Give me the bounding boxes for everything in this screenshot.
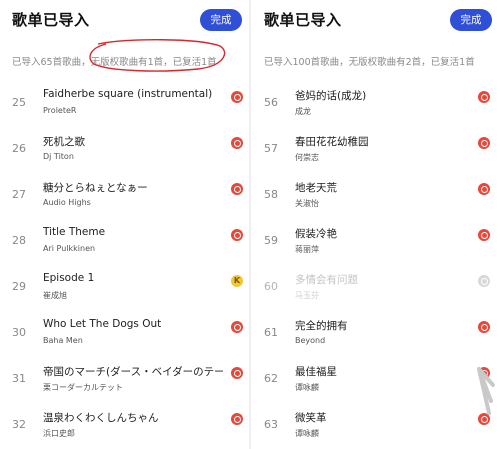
song-title: Title Theme [43, 226, 106, 238]
track-number: 25 [12, 96, 26, 109]
song-title: 春田花花幼稚园 [295, 136, 369, 148]
k-music-icon[interactable]: K [231, 275, 243, 287]
netease-music-icon[interactable] [478, 91, 490, 103]
song-row[interactable]: 25 Faidherbe square (instrumental) Prolete… [0, 84, 248, 130]
pointer-cursor-icon [477, 367, 495, 415]
page-title: 歌单已导入 [12, 11, 90, 29]
song-row[interactable]: 26 死机之歌 Dj Titon [0, 130, 248, 176]
artist-name: 成龙 [295, 107, 311, 116]
song-title: 糖分とらねぇとなぁー [43, 182, 148, 194]
song-row[interactable]: 60 多情会有问题 马玉芬 [252, 268, 500, 314]
song-row[interactable]: 30 Who Let The Dogs Out Baha Men [0, 314, 248, 360]
artist-name: Beyond [295, 336, 326, 345]
netease-music-icon[interactable] [231, 183, 243, 195]
song-row[interactable]: 56 爸妈的话(成龙) 成龙 [252, 84, 500, 130]
song-title: 完全的拥有 [295, 320, 348, 332]
track-number: 62 [264, 372, 278, 385]
song-row[interactable]: 32 温泉わくわくしんちゃん 浜口史郎 [0, 406, 248, 449]
song-row[interactable]: 28 Title Theme Ari Pulkkinen [0, 222, 248, 268]
artist-name: ProleteR [43, 106, 77, 115]
song-title: Faidherbe square (instrumental) [43, 88, 213, 100]
netease-music-icon[interactable] [231, 367, 243, 379]
track-number: 29 [12, 280, 26, 293]
song-row[interactable]: 58 地老天荒关淑怡 [252, 176, 500, 222]
done-button[interactable]: 完成 [450, 9, 492, 31]
song-title: 帝国のマーチ(ダース・ベイダーのテー [43, 366, 223, 378]
artist-name: 栗コーダーカルテット [43, 383, 123, 392]
netease-music-icon[interactable] [478, 183, 490, 195]
song-title: Who Let The Dogs Out [43, 318, 162, 330]
track-number: 31 [12, 372, 26, 385]
song-row[interactable]: 59 假装冷艳蒋丽萍 [252, 222, 500, 268]
artist-name: Audio Highs [43, 198, 91, 207]
song-title: Episode 1 [43, 272, 95, 284]
done-button[interactable]: 完成 [200, 9, 242, 31]
track-number: 58 [264, 188, 278, 201]
song-row[interactable]: 29 Episode 1 崔成旭 K [0, 268, 248, 314]
track-number: 60 [264, 280, 278, 293]
track-number: 61 [264, 326, 278, 339]
netease-music-icon[interactable] [478, 137, 490, 149]
song-row[interactable]: 27 糖分とらねぇとなぁー Audio Highs [0, 176, 248, 222]
song-title: 地老天荒 [295, 182, 337, 194]
artist-name: Dj Titon [43, 152, 74, 161]
song-row[interactable]: 31 帝国のマーチ(ダース・ベイダーのテー 栗コーダーカルテット [0, 360, 248, 406]
song-row[interactable]: 61 完全的拥有 Beyond [252, 314, 500, 360]
netease-music-icon[interactable] [231, 137, 243, 149]
left-panel: 歌单已导入 完成 已导入65首歌曲，无版权歌曲有1首，已复活1首 25 Faidh… [0, 0, 248, 449]
song-title: 温泉わくわくしんちゃん [43, 412, 159, 424]
netease-music-icon[interactable] [231, 413, 243, 425]
artist-name: 何崇志 [295, 153, 319, 162]
artist-name: 浜口史郎 [43, 429, 75, 438]
page-title: 歌单已导入 [264, 11, 342, 29]
netease-music-icon[interactable] [231, 321, 243, 333]
netease-music-icon[interactable] [478, 321, 490, 333]
song-row[interactable]: 57 春田花花幼稚园 何崇志 [252, 130, 500, 176]
netease-music-icon[interactable] [478, 229, 490, 241]
track-number: 56 [264, 96, 278, 109]
track-number: 63 [264, 418, 278, 431]
artist-name: 崔成旭 [43, 291, 67, 300]
track-number: 27 [12, 188, 26, 201]
song-row[interactable]: 63 微笑革谭咏麟 [252, 406, 500, 449]
song-row[interactable]: 62 最佳福星谭咏麟 [252, 360, 500, 406]
song-title: 爸妈的话(成龙) [295, 90, 367, 102]
right-panel: 歌单已导入 完成 已导入100首歌曲，无版权歌曲有2首，已复活1首 56 爸妈的话… [252, 0, 500, 449]
netease-music-icon[interactable] [231, 91, 243, 103]
import-summary: 已导入100首歌曲，无版权歌曲有2首，已复活1首 [264, 57, 475, 68]
artist-name: 蒋丽萍 [295, 245, 319, 254]
song-title: 最佳福星 [295, 366, 337, 378]
artist-name: 马玉芬 [295, 291, 319, 300]
netease-music-icon[interactable] [231, 229, 243, 241]
artist-name: 谭咏麟 [295, 383, 319, 392]
song-title: 微笑革 [295, 412, 327, 424]
track-number: 26 [12, 142, 26, 155]
artist-name: Baha Men [43, 336, 83, 345]
red-circle-annotation [89, 39, 226, 72]
unavailable-music-icon[interactable] [478, 275, 490, 287]
panel-divider [249, 0, 251, 449]
artist-name: 关淑怡 [295, 199, 319, 208]
song-title: 死机之歌 [43, 136, 85, 148]
song-title: 多情会有问题 [295, 274, 358, 286]
artist-name: 谭咏麟 [295, 429, 319, 438]
track-number: 59 [264, 234, 278, 247]
song-title: 假装冷艳 [295, 228, 337, 240]
track-number: 28 [12, 234, 26, 247]
track-number: 30 [12, 326, 26, 339]
track-number: 57 [264, 142, 278, 155]
track-number: 32 [12, 418, 26, 431]
artist-name: Ari Pulkkinen [43, 244, 96, 253]
